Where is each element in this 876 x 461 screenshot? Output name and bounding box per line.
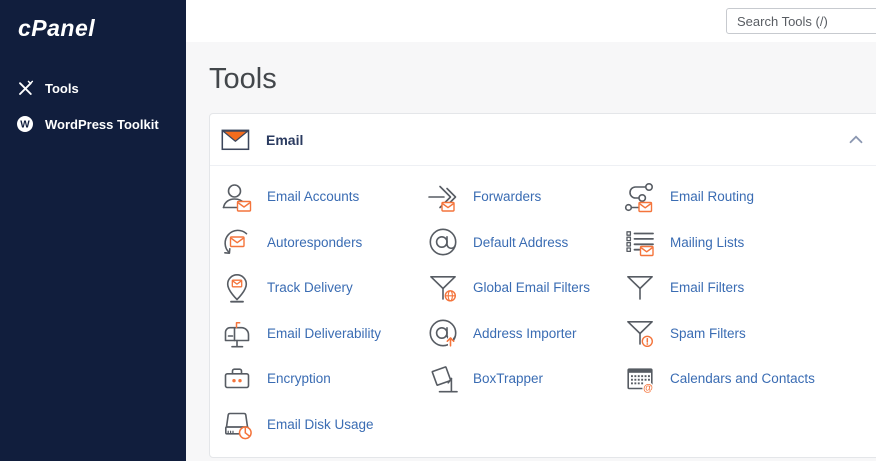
sidebar: cPanel Tools W WordPress Toolkit [0,0,186,461]
boxtrapper-icon [427,363,459,395]
tool-calendars-and-contacts[interactable]: @ Calendars and Contacts [624,356,815,402]
svg-text:@: @ [643,383,653,394]
search-input[interactable] [726,8,876,34]
track-delivery-icon [221,272,253,304]
mailing-lists-icon [624,226,656,258]
tool-address-importer[interactable]: Address Importer [427,311,577,357]
sidebar-item-label: Tools [45,81,79,96]
sidebar-item-tools[interactable]: Tools [0,70,186,106]
chevron-up-icon [849,135,863,144]
email-filters-icon [624,272,656,304]
email-routing-icon [624,181,656,213]
main-area: Tools Email [186,0,876,461]
forwarders-icon [427,181,459,213]
calendars-contacts-icon: @ [624,363,656,395]
sidebar-item-wordpress-toolkit[interactable]: W WordPress Toolkit [0,106,186,142]
collapse-section-button[interactable] [845,131,867,148]
topbar [186,0,876,42]
tool-encryption[interactable]: Encryption [221,356,331,402]
tool-email-routing[interactable]: Email Routing [624,174,754,220]
svg-text:W: W [20,120,30,131]
page-title: Tools [209,63,876,96]
content: Tools Email [186,42,876,461]
sidebar-item-label: WordPress Toolkit [45,117,159,132]
address-importer-icon [427,317,459,349]
cpanel-logo[interactable]: cPanel [0,0,186,58]
tool-email-filters[interactable]: Email Filters [624,265,744,311]
email-section-header[interactable]: Email [210,114,876,166]
tool-track-delivery[interactable]: Track Delivery [221,265,353,311]
email-envelope-icon [221,129,250,151]
tool-grid: Email Accounts Forwarders [210,166,876,457]
section-title: Email [266,132,303,148]
tools-icon [16,79,34,97]
email-disk-usage-icon [221,408,253,440]
tool-default-address[interactable]: Default Address [427,220,568,266]
email-accounts-icon [221,181,253,213]
tool-email-disk-usage[interactable]: Email Disk Usage [221,402,374,448]
tool-autoresponders[interactable]: Autoresponders [221,220,362,266]
default-address-icon [427,226,459,258]
tool-global-email-filters[interactable]: Global Email Filters [427,265,590,311]
tool-spam-filters[interactable]: Spam Filters [624,311,746,357]
email-deliverability-icon [221,317,253,349]
encryption-icon [221,363,253,395]
sidebar-nav: Tools W WordPress Toolkit [0,70,186,142]
spam-filters-icon [624,317,656,349]
autoresponders-icon [221,226,253,258]
wordpress-icon: W [16,115,34,133]
tool-email-deliverability[interactable]: Email Deliverability [221,311,381,357]
global-email-filters-icon [427,272,459,304]
tool-boxtrapper[interactable]: BoxTrapper [427,356,543,402]
tool-mailing-lists[interactable]: Mailing Lists [624,220,744,266]
tool-forwarders[interactable]: Forwarders [427,174,541,220]
tool-email-accounts[interactable]: Email Accounts [221,174,359,220]
email-section-card: Email [209,113,876,458]
